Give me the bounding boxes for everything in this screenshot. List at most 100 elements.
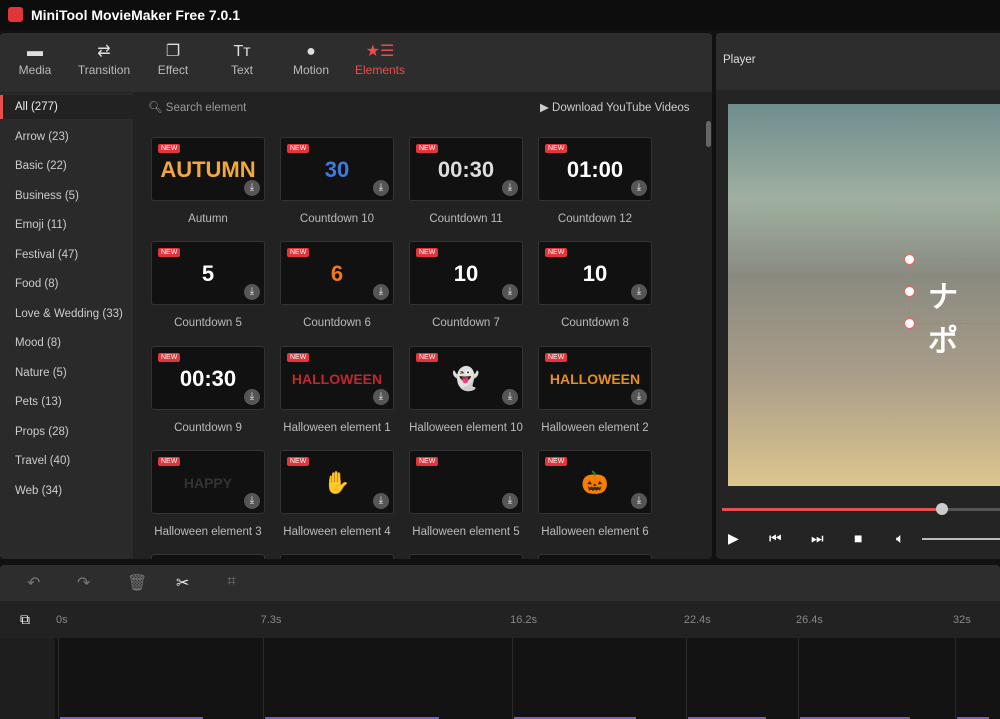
sidebar-item[interactable]: Arrow (23) [0,125,133,149]
delete-icon[interactable]: 🗑︎ [127,573,147,593]
download-icon[interactable]: ⤓ [631,389,647,405]
element-label: Countdown 6 [303,317,371,329]
download-icon[interactable]: ⤓ [373,284,389,300]
track-divider [955,638,956,719]
element-tile[interactable]: NEWHAPPY HALLOWEEN⤓ [151,450,265,514]
track-header [0,638,55,719]
download-icon[interactable]: ⤓ [244,284,260,300]
text-icon: Tт [233,43,251,60]
ruler-tick-label: 26.4s [796,614,823,626]
element-tile[interactable] [151,554,265,559]
sidebar-item[interactable]: Food (8) [0,272,133,296]
previous-frame-icon[interactable]: ⏮ [769,530,782,547]
tab-motion[interactable]: ● Motion [276,41,346,77]
download-icon[interactable]: ⤓ [244,180,260,196]
scrollbar[interactable] [706,121,711,147]
download-icon[interactable]: ⤓ [244,389,260,405]
download-icon[interactable]: ⤓ [631,493,647,509]
download-icon[interactable]: ⤓ [373,389,389,405]
sidebar-item[interactable]: Nature (5) [0,361,133,385]
tab-elements[interactable]: ★☰ Elements [345,41,415,77]
element-tile[interactable]: NEW ⤓ [409,450,523,514]
element-tile[interactable]: NEW 5 ⤓ [151,241,265,305]
download-icon[interactable]: ⤓ [631,180,647,196]
download-youtube-button[interactable]: ▶ Download YouTube Videos [540,100,690,114]
track-divider [512,638,514,719]
element-tile[interactable]: NEW 10 ⤓ [538,241,652,305]
download-icon[interactable]: ⤓ [502,284,518,300]
player-title: Player [723,54,756,66]
element-tile[interactable]: NEW 00:30 ⤓ [151,346,265,410]
sidebar-item[interactable]: Props (28) [0,420,133,444]
undo-icon[interactable]: ↶ [27,573,40,593]
app-title: MiniTool MovieMaker Free 7.0.1 [31,7,241,23]
video-preview[interactable]: ナポ [728,104,1000,486]
resize-handle[interactable] [904,318,915,329]
timeline-ruler[interactable]: ⧉ 0s 7.3s 16.2s 22.4s 26.4s 32s [0,601,1000,638]
tab-text[interactable]: Tт Text [207,41,277,77]
element-tile[interactable]: NEW 10 ⤓ [409,241,523,305]
element-tile[interactable]: NEW 🎃 ⤓ [538,450,652,514]
redo-icon[interactable]: ↷ [77,573,90,593]
sidebar-item[interactable]: Basic (22) [0,154,133,178]
ruler-tick-label: 7.3s [260,614,282,626]
add-track-icon[interactable]: ⧉ [20,611,30,628]
sidebar-item[interactable]: Pets (13) [0,390,133,414]
element-tile[interactable] [538,554,652,559]
seek-bar[interactable] [722,503,1000,515]
tab-media[interactable]: ▬ Media [0,41,70,77]
tab-transition[interactable]: ⇄ Transition [69,41,139,77]
download-icon[interactable]: ⤓ [631,284,647,300]
volume-slider[interactable] [922,538,1000,540]
element-tile[interactable]: NEW HALLOWEEN ⤓ [538,346,652,410]
sidebar-item[interactable]: Web (34) [0,479,133,503]
download-icon[interactable]: ⤓ [373,493,389,509]
sidebar-item[interactable]: Travel (40) [0,449,133,473]
volume-icon[interactable]: 🔈︎ [896,530,904,547]
download-icon[interactable]: ⤓ [502,389,518,405]
element-label: Autumn [188,213,228,225]
element-tile[interactable]: NEW AUTUMN ⤓ [151,137,265,201]
timeline-tracks[interactable] [0,638,1000,719]
search-input[interactable]: 🔍︎ Search element [148,100,246,114]
youtube-icon: ▶ [540,102,553,114]
download-icon[interactable]: ⤓ [244,493,260,509]
element-tile[interactable] [409,554,523,559]
crop-icon[interactable]: ⌗ [227,573,236,591]
element-tile[interactable]: NEW 6 ⤓ [280,241,394,305]
element-label: Countdown 8 [561,317,629,329]
resize-handle[interactable] [904,286,915,297]
element-tile[interactable] [280,554,394,559]
sidebar-item[interactable]: Emoji (11) [0,213,133,237]
sidebar-item[interactable]: Love & Wedding (33) [0,302,133,326]
sidebar-item[interactable]: Festival (47) [0,243,133,267]
sidebar-item[interactable]: All (277) [0,95,133,119]
play-icon[interactable]: ▶ [728,530,739,547]
split-scissors-icon[interactable]: ✂ [176,573,189,593]
tab-label: Text [230,63,253,77]
seek-handle[interactable] [935,503,948,515]
swap-arrows-icon: ⇄ [97,43,111,60]
sidebar-item[interactable]: Mood (8) [0,331,133,355]
tab-effect[interactable]: ❐ Effect [138,41,208,77]
element-tile[interactable]: NEW 01:00 ⤓ [538,137,652,201]
tab-label: Transition [77,63,131,77]
element-label: Halloween element 10 [409,422,523,434]
element-tile[interactable]: NEW 30 ⤓ [280,137,394,201]
element-tile[interactable]: NEW 👻 ⤓ [409,346,523,410]
element-tile[interactable]: NEW ✋ ⤓ [280,450,394,514]
sidebar-item[interactable]: Business (5) [0,184,133,208]
download-icon[interactable]: ⤓ [502,180,518,196]
next-frame-icon[interactable]: ⏭ [811,530,824,547]
new-badge: NEW [416,457,439,466]
download-icon[interactable]: ⤓ [502,493,518,509]
element-label: Countdown 12 [557,213,633,225]
selection-box[interactable] [904,254,1000,329]
download-icon[interactable]: ⤓ [373,180,389,196]
element-label: Halloween element 6 [541,526,649,538]
resize-handle[interactable] [904,254,915,265]
stop-icon[interactable]: ■ [854,530,862,546]
tab-label: Motion [292,63,330,77]
element-tile[interactable]: NEW 00:30 ⤓ [409,137,523,201]
element-tile[interactable]: NEW HALLOWEEN ⤓ [280,346,394,410]
